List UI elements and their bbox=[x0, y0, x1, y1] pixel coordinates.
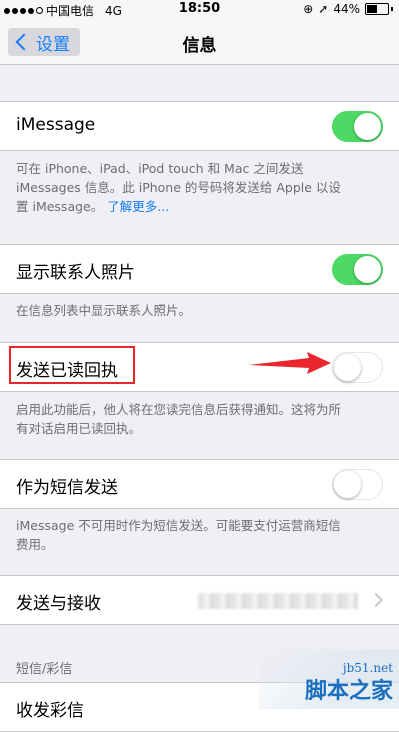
send-as-sms-footer-line: 费用。 bbox=[16, 537, 54, 552]
annotation-arrow-icon bbox=[249, 352, 331, 374]
send-receive-row[interactable]: 发送与接收 bbox=[0, 575, 399, 625]
toggle-knob bbox=[354, 256, 381, 283]
sms-mms-section-header: 短信/彩信 bbox=[16, 662, 73, 677]
watermark-name: 脚本之家 bbox=[304, 678, 393, 704]
contact-photos-label: 显示联系人照片 bbox=[16, 263, 135, 283]
send-as-sms-footer-line: iMessage 不可用时作为短信发送。可能要支付运营商短信 bbox=[16, 518, 341, 533]
location-icon: ➚ bbox=[318, 2, 329, 16]
read-receipts-footer-line: 启用此功能后，他人将在您读完信息后获得通知。这将为所 bbox=[16, 402, 342, 417]
send-receive-label: 发送与接收 bbox=[16, 594, 101, 614]
orientation-lock-icon: ⊕ bbox=[303, 2, 314, 16]
contact-photos-toggle[interactable] bbox=[332, 254, 383, 285]
toggle-knob bbox=[334, 354, 361, 381]
battery-fill bbox=[367, 5, 377, 13]
blurred-value bbox=[198, 593, 358, 609]
send-as-sms-toggle[interactable] bbox=[332, 469, 383, 500]
imessage-footer: 可在 iPhone、iPad、iPod touch 和 Mac 之间发送 iMe… bbox=[16, 159, 386, 216]
imessage-row: iMessage bbox=[0, 101, 399, 151]
navigation-bar: 设置 信息 bbox=[0, 20, 399, 65]
send-as-sms-label: 作为短信发送 bbox=[16, 478, 118, 498]
battery-percent: 44% bbox=[333, 2, 360, 16]
status-right: ⊕ ➚ 44% bbox=[303, 2, 393, 16]
battery-icon bbox=[365, 3, 389, 15]
imessage-footer-line: iMessages 信息。此 iPhone 的号码将发送给 Apple 以设 bbox=[16, 180, 341, 195]
chevron-right-icon bbox=[368, 592, 384, 608]
status-bar: 中国电信 4G 18:50 ⊕ ➚ 44% bbox=[0, 0, 399, 20]
read-receipts-toggle[interactable] bbox=[332, 352, 383, 383]
imessage-toggle[interactable] bbox=[332, 111, 383, 142]
toggle-knob bbox=[334, 471, 361, 498]
imessage-label: iMessage bbox=[16, 115, 96, 135]
watermark: jb51.net 脚本之家 bbox=[259, 649, 399, 709]
page-title: 信息 bbox=[182, 36, 217, 56]
learn-more-link[interactable]: 了解更多... bbox=[107, 199, 169, 214]
imessage-footer-line: 置 iMessage。 bbox=[16, 199, 104, 214]
contact-photos-row: 显示联系人照片 bbox=[0, 244, 399, 294]
annotation-highlight-box bbox=[9, 346, 135, 384]
send-as-sms-footer: iMessage 不可用时作为短信发送。可能要支付运营商短信 费用。 bbox=[16, 516, 386, 554]
read-receipts-footer: 启用此功能后，他人将在您读完信息后获得通知。这将为所 有对话启用已读回执。 bbox=[16, 400, 386, 438]
contact-photos-footer: 在信息列表中显示联系人照片。 bbox=[16, 303, 192, 318]
send-as-sms-row: 作为短信发送 bbox=[0, 459, 399, 509]
battery-tip bbox=[391, 7, 393, 11]
imessage-footer-line: 可在 iPhone、iPad、iPod touch 和 Mac 之间发送 bbox=[16, 161, 304, 176]
read-receipts-footer-line: 有对话启用已读回执。 bbox=[16, 421, 142, 436]
toggle-knob bbox=[354, 113, 381, 140]
